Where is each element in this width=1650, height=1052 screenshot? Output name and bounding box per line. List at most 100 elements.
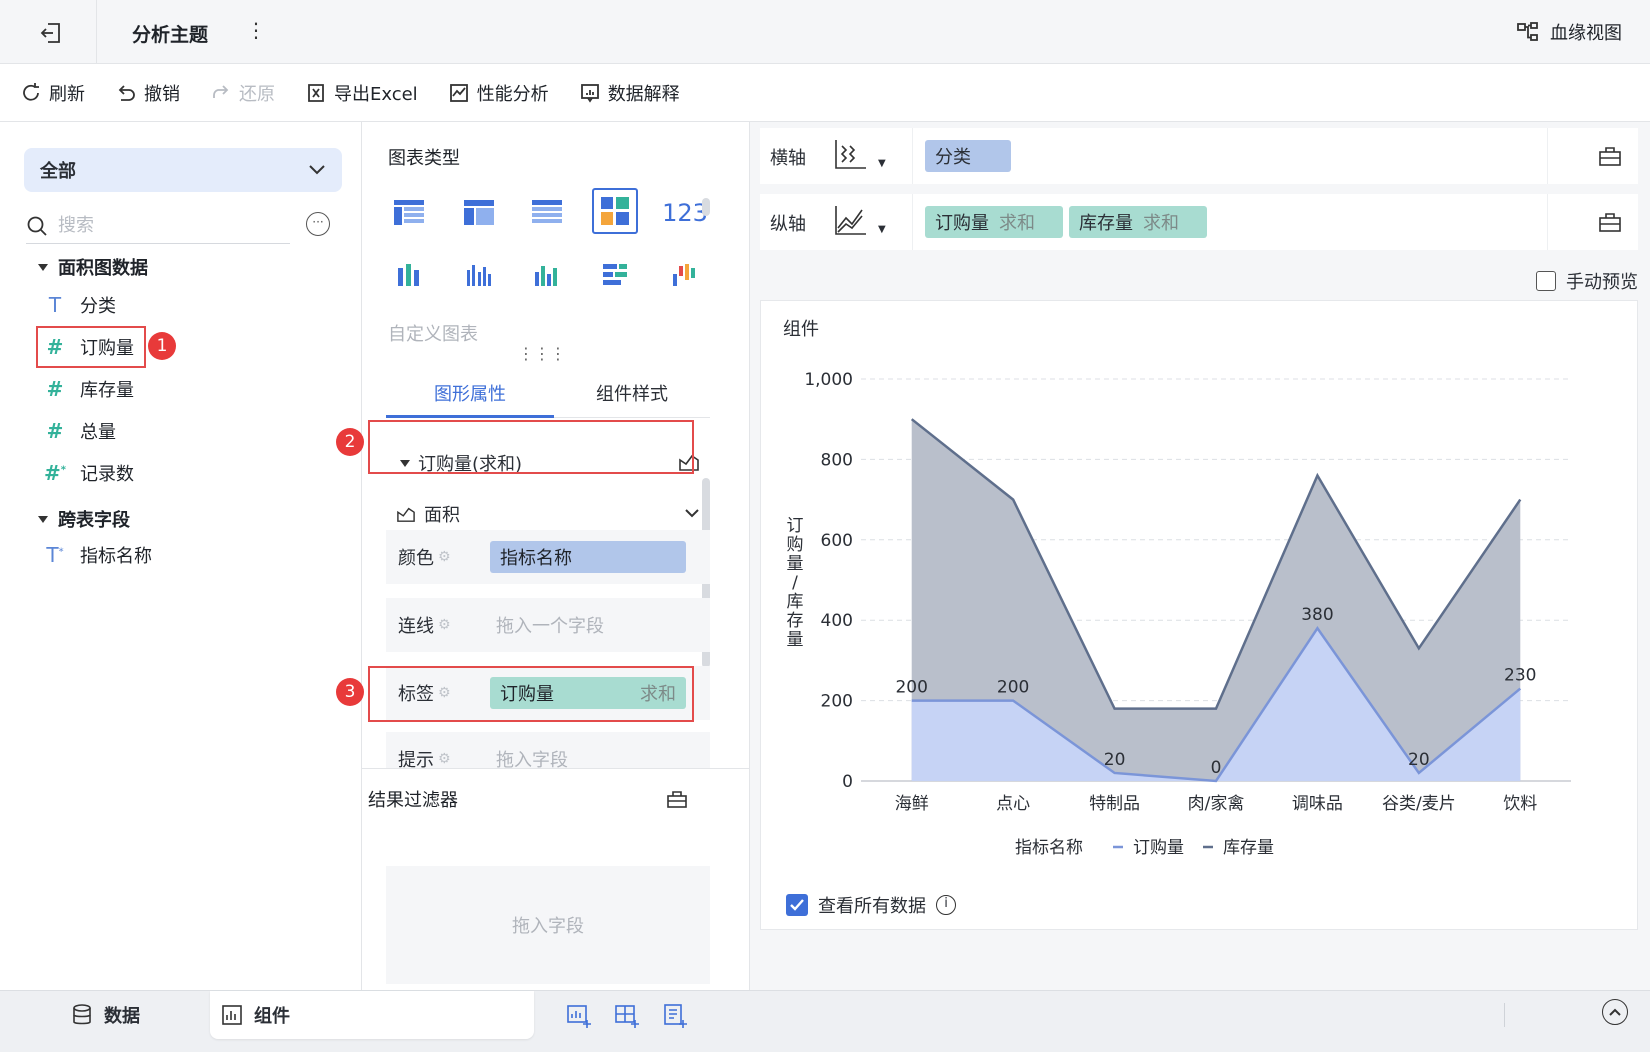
filter-settings-icon[interactable]: [666, 788, 688, 810]
step-badge-1: 1: [148, 332, 176, 360]
table-chart-icon[interactable]: [386, 190, 432, 236]
mark-type-value: 面积: [424, 504, 460, 526]
y-axis-drop-zone[interactable]: 订购量 求和 库存量 求和: [912, 194, 1548, 250]
view-all-data-toggle[interactable]: 查看所有数据 i: [786, 892, 956, 918]
data-label: 200: [895, 678, 927, 698]
chart-type-title: 图表类型: [388, 148, 460, 169]
text-field-icon: T: [48, 293, 62, 317]
x-axis-dropdown-icon[interactable]: ▼: [878, 158, 886, 169]
group-area-data[interactable]: 面积图数据: [38, 254, 148, 280]
performance-analysis-button[interactable]: 性能分析: [448, 80, 549, 106]
filter-drop-zone[interactable]: 拖入字段: [386, 866, 710, 984]
color-label: 颜色: [398, 548, 434, 569]
horizontal-bar-icon[interactable]: [592, 252, 638, 298]
calc-text-field-icon: T*: [46, 543, 64, 567]
resize-handle-icon[interactable]: ⋮⋮⋮: [518, 344, 566, 363]
color-property-row: 颜色 ⚙ 指标名称: [386, 530, 710, 584]
dataset-select[interactable]: 全部: [24, 148, 342, 192]
line-drop-zone[interactable]: 拖入一个字段: [496, 612, 604, 638]
field-label: 库存量: [80, 380, 134, 401]
manual-preview-toggle[interactable]: 手动预览: [1536, 268, 1638, 294]
y-axis-field-pill[interactable]: 订购量 求和: [925, 206, 1063, 238]
preview-panel: 横轴 ▼ 分类 纵轴 ▼ 订购量 求和 库存量 求和 手动预览 组件 0 200…: [750, 122, 1650, 990]
undo-label: 撤销: [144, 83, 180, 105]
stacked-bar-icon[interactable]: [386, 252, 432, 298]
collapse-up-icon[interactable]: [1602, 999, 1628, 1025]
view-all-checkbox[interactable]: [786, 894, 808, 916]
gear-icon[interactable]: ⚙: [438, 549, 451, 565]
y-axis-title-char: /: [792, 573, 798, 593]
step-badge-3: 3: [336, 678, 364, 706]
cross-table-icon[interactable]: [456, 190, 502, 236]
x-axis-drop-zone[interactable]: 分类: [912, 128, 1548, 184]
chart-type-scrollbar[interactable]: [702, 198, 710, 216]
export-excel-button[interactable]: 导出Excel: [305, 80, 418, 106]
y-axis-field-agg: 求和: [1143, 213, 1179, 234]
chevron-down-icon: [685, 509, 699, 518]
x-axis-row: 横轴 ▼ 分类: [760, 128, 1638, 184]
field-record-count[interactable]: #* 记录数: [44, 460, 134, 486]
dataset-select-value: 全部: [40, 161, 76, 182]
x-axis-field-pill[interactable]: 分类: [925, 140, 1011, 172]
group-cross-table[interactable]: 跨表字段: [38, 506, 130, 532]
top-bar: 分析主题 ⋮ 血缘视图: [0, 0, 1650, 64]
refresh-button[interactable]: 刷新: [20, 80, 85, 106]
grouped-bar-icon[interactable]: [456, 252, 502, 298]
search-input[interactable]: [58, 215, 258, 236]
tab-data[interactable]: 数据: [72, 991, 140, 1039]
multi-color-bar-icon[interactable]: [524, 252, 570, 298]
y-axis-settings-icon[interactable]: [1598, 210, 1622, 234]
tab-component-style[interactable]: 组件样式: [596, 380, 668, 406]
x-axis-icon[interactable]: [832, 138, 868, 172]
detail-table-icon[interactable]: [524, 190, 570, 236]
manual-preview-checkbox[interactable]: [1536, 271, 1556, 291]
tab-component-label: 组件: [254, 1006, 290, 1027]
field-label: 总量: [80, 422, 116, 443]
gear-icon[interactable]: ⚙: [438, 751, 451, 767]
tab-component[interactable]: 组件: [210, 991, 534, 1039]
export-excel-label: 导出Excel: [334, 83, 418, 105]
field-total[interactable]: # 总量: [44, 418, 116, 444]
field-stock-qty[interactable]: # 库存量: [44, 376, 134, 402]
chart-title: 组件: [783, 319, 819, 340]
x-tick-label: 肉/家禽: [1188, 794, 1245, 814]
dashboard-chart-icon[interactable]: [592, 188, 638, 234]
redo-icon: [213, 84, 229, 98]
number-field-icon: #: [46, 377, 64, 401]
field-category[interactable]: T 分类: [44, 292, 116, 318]
undo-button[interactable]: 撤销: [115, 80, 180, 106]
info-icon[interactable]: i: [936, 895, 956, 915]
y-axis-dropdown-icon[interactable]: ▼: [878, 224, 886, 235]
exit-icon[interactable]: [38, 20, 64, 46]
waterfall-bar-icon[interactable]: [662, 252, 708, 298]
refresh-icon: [23, 82, 39, 101]
active-tab-indicator: [386, 415, 554, 418]
y-axis-title-char: 量: [787, 630, 804, 650]
y-tick-label: 1,000: [804, 370, 853, 390]
number-field-icon: #: [46, 419, 64, 443]
y-axis-title-char: 购: [787, 535, 804, 555]
lineage-view-button[interactable]: 血缘视图: [1516, 19, 1622, 45]
redo-button[interactable]: 还原: [210, 80, 275, 106]
add-component-icon[interactable]: [566, 1003, 592, 1029]
number-kpi-icon[interactable]: 123: [662, 190, 708, 236]
excel-icon: [308, 83, 324, 102]
group-title: 面积图数据: [58, 258, 148, 279]
more-options-icon[interactable]: ···: [306, 212, 330, 236]
y-axis-icon[interactable]: [832, 204, 868, 238]
tip-drop-zone[interactable]: 拖入字段: [496, 746, 568, 768]
data-explain-button[interactable]: 数据解释: [579, 80, 680, 106]
section-divider: [362, 768, 750, 769]
bottom-divider: [1504, 1003, 1505, 1027]
x-axis-settings-icon[interactable]: [1598, 144, 1622, 168]
add-report-icon[interactable]: [662, 1003, 688, 1029]
add-dashboard-icon[interactable]: [614, 1003, 640, 1029]
tab-graphic-properties[interactable]: 图形属性: [434, 380, 506, 406]
field-metric-name[interactable]: T* 指标名称: [44, 542, 152, 568]
gear-icon[interactable]: ⚙: [438, 617, 451, 633]
result-filter-title: 结果过滤器: [368, 790, 458, 811]
y-axis-field-pill[interactable]: 库存量 求和: [1069, 206, 1207, 238]
color-field-pill[interactable]: 指标名称: [490, 541, 686, 573]
more-vertical-icon[interactable]: ⋮: [246, 18, 266, 42]
y-axis-title-char: 量: [787, 554, 804, 574]
